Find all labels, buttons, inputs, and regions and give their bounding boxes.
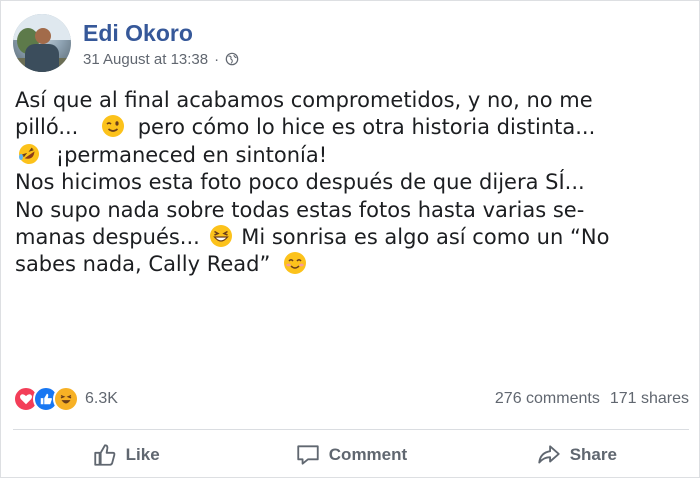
post-body: Así que al final acabamos comprometidos,… [15, 87, 691, 279]
grinning-squinting-face-emoji [209, 225, 232, 248]
reaction-count[interactable]: 6.3K [85, 390, 118, 408]
post-text-line: ¡permaneced en sintonía! [15, 142, 691, 169]
post-text-line: Así que al final acabamos comprometidos,… [15, 88, 593, 112]
winking-face-emoji [102, 115, 125, 138]
post-meta: Edi Okoro 31 August at 13:38 · [83, 19, 239, 68]
haha-reaction-icon [53, 386, 79, 412]
author-name[interactable]: Edi Okoro [83, 19, 239, 47]
post-timestamp[interactable]: 31 August at 13:38 [83, 51, 208, 68]
post-stats: 6.3K 276 comments 171 shares [13, 385, 689, 413]
separator-dot: · [214, 50, 220, 68]
comment-label: Comment [328, 445, 408, 464]
post-text-line: No supo nada sobre todas estas fotos has… [15, 197, 585, 222]
rolling-on-floor-laughing-emoji [19, 143, 39, 164]
smiling-face-emoji [284, 252, 307, 275]
reactions-summary[interactable]: 6.3K [13, 386, 118, 412]
comment-button[interactable]: Comment [238, 442, 463, 468]
share-arrow-icon [538, 445, 560, 464]
avatar[interactable] [13, 14, 71, 72]
post-subline: 31 August at 13:38 · [83, 51, 239, 68]
share-button[interactable]: Share [464, 442, 689, 468]
post-text-line: manas después... Mi sonrisa es algo así … [15, 224, 691, 251]
post-header: Edi Okoro 31 August at 13:38 · [13, 11, 239, 75]
like-label: Like [125, 445, 160, 464]
post-text-segment: manas después... [15, 225, 200, 250]
post-text-line: sabes nada, Cally Read” [15, 251, 691, 278]
post-text-line: pilló... pero cómo lo hice es otra histo… [15, 114, 691, 141]
engagement-counts: 276 comments 171 shares [495, 390, 689, 408]
comment-icon [297, 445, 319, 465]
facebook-post: Edi Okoro 31 August at 13:38 · Así que a… [0, 0, 700, 478]
action-bar: Like Comment Share [13, 433, 689, 477]
share-label: Share [569, 445, 617, 464]
comments-count[interactable]: 276 comments [495, 390, 600, 408]
divider [13, 429, 689, 430]
post-text-segment: pilló... [15, 115, 79, 140]
post-text-line: Nos hicimos esta foto poco después de qu… [15, 170, 585, 195]
globe-icon[interactable] [225, 52, 239, 66]
thumbs-up-icon [93, 444, 115, 466]
shares-count[interactable]: 171 shares [610, 390, 689, 408]
post-text-segment: pero cómo lo hice es otra historia disti… [137, 115, 596, 140]
like-button[interactable]: Like [13, 442, 238, 468]
post-text-segment: sabes nada, Cally Read” [15, 252, 271, 277]
post-text-segment: Mi sonrisa es algo así como un “No [241, 225, 610, 250]
post-text-segment: ¡permaneced en sintonía! [55, 142, 328, 167]
